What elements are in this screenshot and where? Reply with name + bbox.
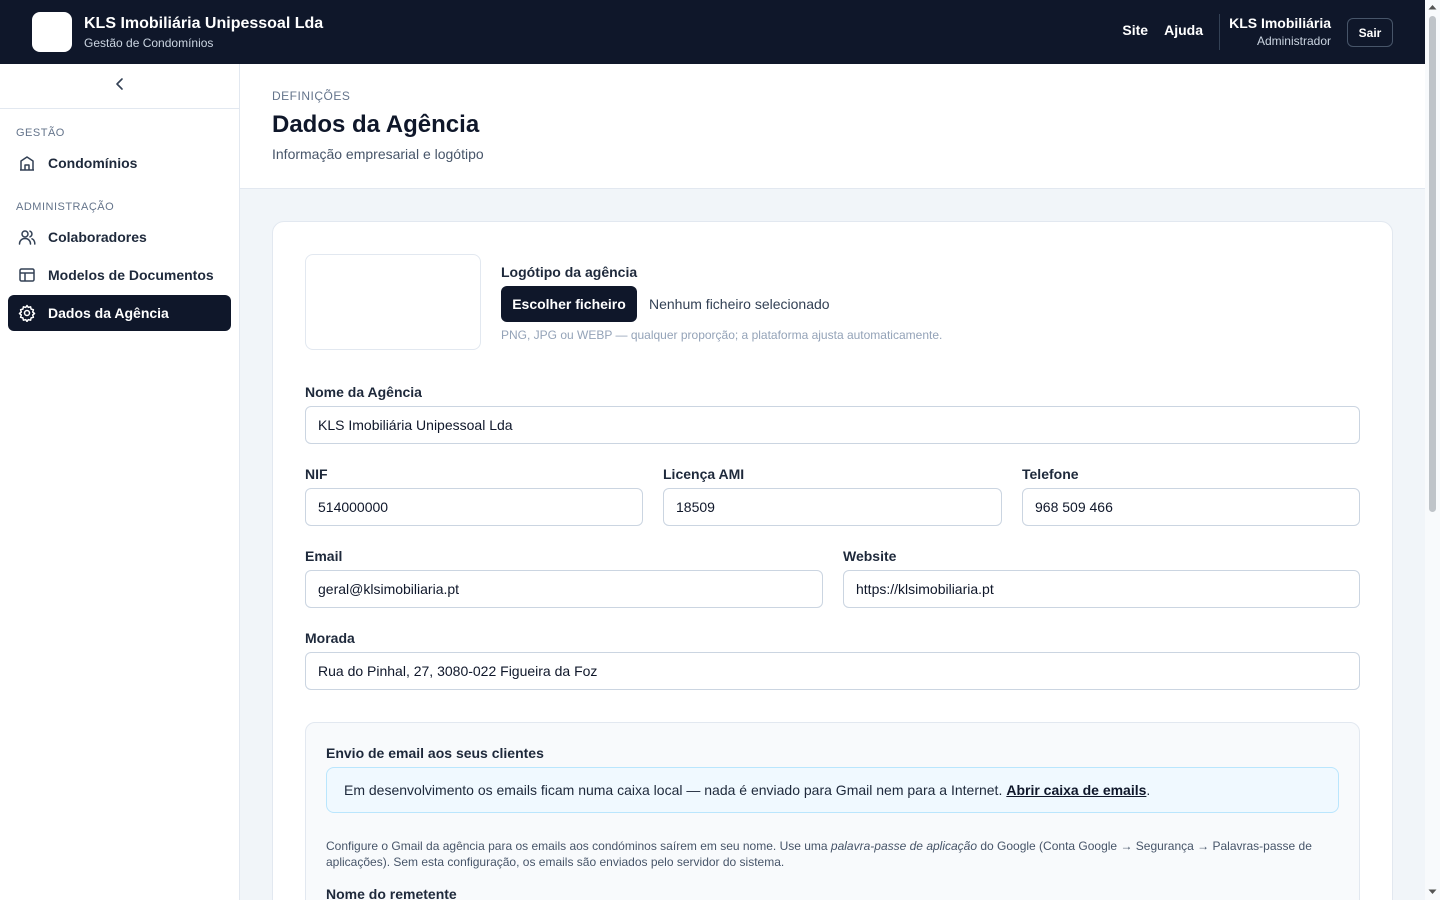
desc-text-1: Configure o Gmail da agência para os ema… (326, 839, 831, 853)
choose-file-button[interactable]: Escolher ficheiro (501, 286, 637, 322)
nif-label: NIF (305, 466, 328, 482)
sidebar-item-modelos[interactable]: Modelos de Documentos (8, 257, 231, 293)
user-role: Administrador (1256, 34, 1331, 48)
file-status: Nenhum ficheiro selecionado (649, 296, 830, 312)
notice-period: . (1146, 782, 1151, 798)
app-logo (32, 12, 72, 52)
sidebar-item-dados-agencia[interactable]: Dados da Agência (8, 295, 231, 331)
sidebar-section-administracao: ADMINISTRAÇÃO (16, 201, 115, 213)
sidebar-collapse-button[interactable] (0, 64, 239, 109)
open-mailbox-link[interactable]: Abrir caixa de emails (1006, 782, 1146, 798)
file-hint: PNG, JPG ou WEBP — qualquer proporção; a… (501, 328, 943, 342)
user-info: KLS Imobiliária Administrador (1229, 15, 1331, 48)
logo-label: Logótipo da agência (501, 264, 638, 280)
top-bar: KLS Imobiliária Unipessoal Lda Gestão de… (0, 0, 1425, 64)
website-label: Website (843, 548, 897, 564)
sidebar-item-colaboradores[interactable]: Colaboradores (8, 219, 231, 255)
dev-mode-notice: Em desenvolvimento os emails ficam numa … (326, 767, 1339, 813)
building-icon (18, 154, 36, 172)
agency-name-input[interactable] (305, 406, 1360, 444)
help-link[interactable]: Ajuda (1164, 22, 1203, 38)
scroll-down-icon (1428, 889, 1437, 894)
ami-label: Licença AMI (663, 466, 745, 482)
sidebar-item-condominios[interactable]: Condomínios (8, 145, 231, 181)
email-section-title: Envio de email aos seus clientes (326, 745, 544, 761)
phone-label: Telefone (1022, 466, 1079, 482)
address-label: Morada (305, 630, 355, 646)
top-divider (1219, 14, 1220, 50)
app-title: KLS Imobiliária Unipessoal Lda (84, 15, 324, 32)
users-icon (18, 228, 36, 246)
page-title: Dados da Agência (272, 111, 480, 138)
top-links: Site Ajuda (1122, 22, 1203, 38)
sidebar-item-label: Dados da Agência (48, 305, 169, 321)
sidebar-section-gestao: GESTÃO (16, 127, 65, 139)
logo-preview (305, 254, 481, 350)
agency-name-label: Nome da Agência (305, 384, 422, 400)
breadcrumb: DEFINIÇÕES (272, 89, 351, 103)
site-link[interactable]: Site (1122, 22, 1148, 38)
app-subtitle: Gestão de Condomínios (84, 36, 214, 50)
sender-name-label: Nome do remetente (326, 886, 457, 900)
layout-icon (18, 266, 36, 284)
page-header: DEFINIÇÕES Dados da Agência Informação e… (240, 64, 1425, 189)
desc-italic: palavra-passe de aplicação (830, 839, 978, 853)
website-input[interactable] (843, 570, 1360, 608)
scroll-up-icon (1428, 5, 1437, 10)
nif-input[interactable] (305, 488, 643, 526)
page-subtitle: Informação empresarial e logótipo (272, 146, 484, 162)
email-label: Email (305, 548, 343, 564)
sidebar-item-label: Colaboradores (48, 229, 147, 245)
gear-icon (18, 304, 36, 322)
sidebar: GESTÃO Condomínios ADMINISTRAÇÃO Colabor… (0, 64, 240, 900)
chevron-left-icon (113, 77, 127, 96)
phone-input[interactable] (1022, 488, 1360, 526)
brand: KLS Imobiliária Unipessoal Lda Gestão de… (84, 14, 323, 50)
email-input[interactable] (305, 570, 823, 608)
ami-input[interactable] (663, 488, 1002, 526)
sidebar-item-label: Modelos de Documentos (48, 267, 214, 283)
notice-text: Em desenvolvimento os emails ficam numa … (344, 782, 1003, 798)
sidebar-item-label: Condomínios (48, 155, 138, 171)
scrollbar[interactable] (1425, 0, 1440, 900)
scroll-thumb[interactable] (1429, 16, 1436, 512)
email-description: Configure o Gmail da agência para os ema… (326, 838, 1326, 870)
user-name: KLS Imobiliária (1229, 15, 1331, 31)
logout-button[interactable]: Sair (1347, 18, 1393, 47)
address-input[interactable] (305, 652, 1360, 690)
